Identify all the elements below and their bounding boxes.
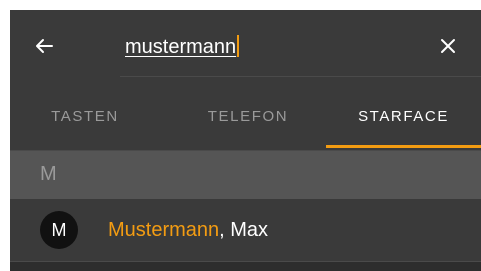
- search-bar: mustermann: [10, 10, 481, 88]
- tab-starface[interactable]: STARFACE: [326, 90, 481, 148]
- contact-name: Mustermann, Max: [108, 199, 268, 261]
- section-header: M: [10, 150, 481, 199]
- contact-list-item[interactable]: M Mustermann, Max: [10, 199, 481, 262]
- text-caret: [237, 35, 240, 57]
- tab-telefon[interactable]: TELEFON: [168, 90, 328, 148]
- close-icon[interactable]: [438, 36, 458, 56]
- contact-name-match: Mustermann: [108, 219, 220, 241]
- search-input[interactable]: mustermann: [125, 30, 395, 64]
- section-letter: M: [40, 163, 57, 185]
- search-divider: [120, 76, 481, 77]
- tab-bar: TASTEN TELEFON STARFACE: [10, 90, 481, 148]
- search-screen: mustermann TASTEN TELEFON STARFACE M M M…: [10, 10, 481, 271]
- tab-tasten[interactable]: TASTEN: [10, 90, 160, 148]
- arrow-left-icon[interactable]: [34, 36, 54, 56]
- search-query: mustermann: [125, 36, 237, 58]
- avatar: M: [40, 211, 78, 249]
- list-bottom-edge: [10, 262, 481, 271]
- contact-name-rest: , Max: [219, 219, 269, 241]
- active-tab-indicator: [326, 145, 481, 148]
